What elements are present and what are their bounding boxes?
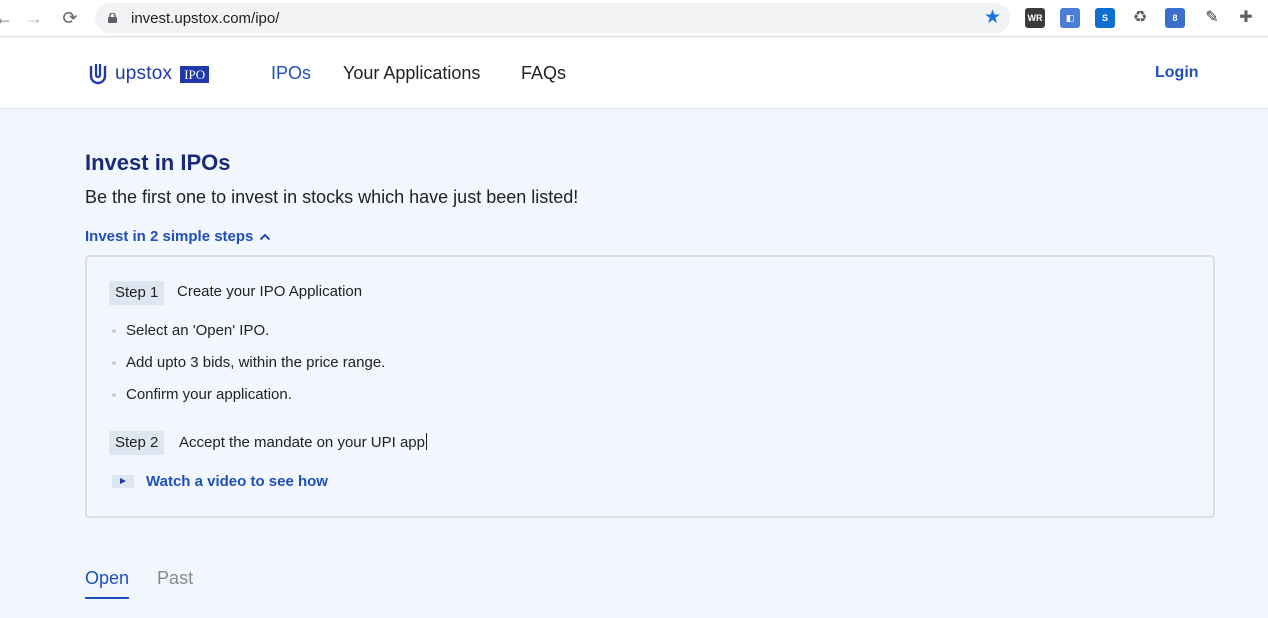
forward-arrow-icon[interactable]: →: [22, 6, 46, 30]
steps-toggle[interactable]: Invest in 2 simple steps: [85, 228, 271, 245]
logo-text: upstox: [115, 63, 173, 84]
ipo-tabs: Open Past: [85, 568, 221, 599]
steps-panel: Step 1 Create your IPO Application Selec…: [85, 255, 1215, 518]
nav-your-applications[interactable]: Your Applications: [343, 63, 480, 84]
site-header: upstox IPO IPOs Your Applications FAQs L…: [0, 38, 1268, 109]
step2-tag: Step 2: [109, 431, 165, 455]
extension-recycle-icon[interactable]: ♻: [1130, 8, 1150, 28]
nav-ipos[interactable]: IPOs: [271, 63, 311, 84]
step2-text: Accept the mandate on your UPI app: [179, 434, 425, 451]
reload-icon[interactable]: ⟳: [58, 6, 82, 30]
watch-video-label: Watch a video to see how: [146, 473, 328, 490]
list-item: Confirm your application.: [112, 386, 292, 403]
extension-pen-icon[interactable]: ✎: [1202, 8, 1222, 28]
play-icon: [112, 475, 134, 488]
page-title: Invest in IPOs: [85, 150, 231, 175]
list-item-text: Add upto 3 bids, within the price range.: [126, 354, 386, 371]
list-item: Add upto 3 bids, within the price range.: [112, 354, 385, 371]
chevron-up-icon: [260, 233, 271, 240]
bookmark-star-icon[interactable]: ★: [984, 8, 1001, 28]
step2-text-wrap: Accept the mandate on your UPI app: [179, 433, 427, 451]
step1-text: Create your IPO Application: [177, 283, 363, 300]
lock-icon: [108, 13, 117, 23]
address-bar[interactable]: invest.upstox.com/ipo/ ★: [95, 3, 1010, 33]
page-subtitle: Be the first one to invest in stocks whi…: [85, 187, 579, 207]
upstox-logo-icon: [89, 64, 107, 85]
tab-open[interactable]: Open: [85, 568, 130, 599]
login-button[interactable]: Login: [1155, 64, 1199, 82]
tab-past[interactable]: Past: [157, 568, 193, 599]
extension-s-icon[interactable]: S: [1095, 8, 1115, 28]
list-item: Select an 'Open' IPO.: [112, 322, 269, 339]
step1-tag: Step 1: [109, 281, 165, 305]
extensions-puzzle-icon[interactable]: ✚: [1236, 8, 1256, 28]
upstox-logo[interactable]: upstox IPO: [89, 62, 210, 86]
bullet-dot: [112, 360, 116, 365]
watch-video-link[interactable]: Watch a video to see how: [112, 473, 328, 490]
list-item-text: Confirm your application.: [126, 386, 292, 403]
extension-wr-icon[interactable]: WR: [1025, 8, 1045, 28]
list-item-text: Select an 'Open' IPO.: [126, 322, 270, 339]
browser-toolbar: ← → ⟳ invest.upstox.com/ipo/ ★ WR ◧ S ♻ …: [0, 0, 1268, 37]
bullet-dot: [112, 328, 116, 333]
text-cursor: [425, 433, 427, 450]
extension-reader-icon[interactable]: ◧: [1060, 8, 1080, 28]
extension-user-icon[interactable]: 8: [1165, 8, 1185, 28]
bullet-dot: [112, 392, 116, 397]
steps-toggle-label: Invest in 2 simple steps: [85, 228, 254, 245]
back-arrow-icon[interactable]: ←: [0, 6, 16, 30]
logo-badge: IPO: [180, 65, 210, 83]
nav-faqs[interactable]: FAQs: [521, 63, 566, 84]
url-text: invest.upstox.com/ipo/: [131, 10, 280, 27]
